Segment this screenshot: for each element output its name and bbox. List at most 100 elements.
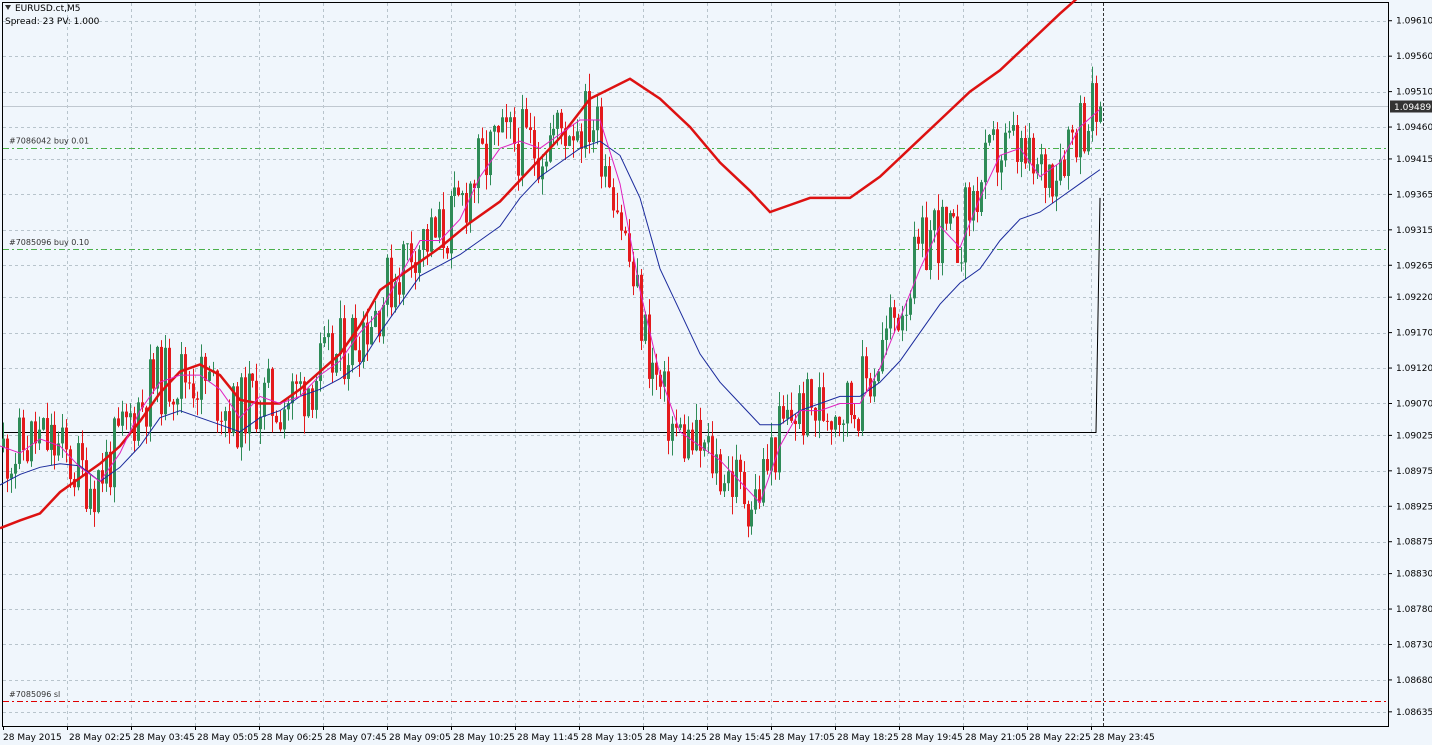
time-tick-label: 28 May 18:25	[837, 733, 899, 743]
candle-body	[850, 382, 853, 416]
candle-body	[913, 236, 916, 299]
current-price-label: 1.09489	[1394, 103, 1431, 113]
candle-body	[406, 243, 409, 245]
candle-body	[457, 187, 460, 196]
candle-body	[200, 356, 203, 400]
candle-body	[180, 354, 183, 399]
candle-body	[968, 187, 971, 221]
candle-body	[1091, 83, 1094, 131]
candle-body	[1024, 137, 1027, 164]
candle-body	[509, 117, 512, 123]
candle-body	[255, 380, 258, 430]
candle-body	[917, 236, 920, 244]
time-tick-label: 28 May 09:05	[389, 733, 451, 743]
candle-body	[1044, 154, 1047, 188]
price-tick-label: 1.09460	[1396, 123, 1432, 133]
candle-body	[505, 117, 508, 123]
candle-body	[81, 443, 84, 461]
candle-body	[152, 359, 155, 389]
candle-body	[469, 183, 472, 223]
candle-body	[42, 418, 45, 430]
price-tick-label: 1.08635	[1396, 708, 1432, 718]
order-label: #7086042 buy 0.01	[9, 137, 89, 146]
time-tick-label: 28 May 06:25	[261, 733, 323, 743]
candle-body	[766, 459, 769, 471]
candle-body	[1087, 130, 1090, 152]
dropdown-arrow-icon[interactable]	[5, 5, 11, 10]
candle-body	[501, 117, 504, 133]
price-tick-label: 1.09265	[1396, 261, 1432, 271]
candle-body	[556, 112, 559, 129]
candle-body	[786, 409, 789, 419]
price-tick-label: 1.09610	[1396, 17, 1432, 27]
order-label: #7085096 buy 0.10	[9, 238, 89, 247]
candle-body	[22, 417, 25, 451]
candle-body	[810, 379, 813, 408]
candle-body	[552, 128, 555, 136]
time-tick-label: 28 May 14:25	[645, 733, 707, 743]
symbol-title[interactable]: EURUSD.ct,M5	[5, 4, 80, 14]
candle-body	[220, 420, 223, 422]
candle-body	[38, 429, 41, 444]
candle-body	[188, 382, 191, 384]
candle-body	[596, 106, 599, 131]
candle-body	[723, 483, 726, 492]
candle-body	[30, 421, 33, 462]
candle-body	[1075, 132, 1078, 158]
candle-body	[838, 416, 841, 425]
candle-body	[1067, 129, 1070, 176]
candle-body	[208, 371, 211, 381]
candle-body	[453, 187, 456, 196]
time-tick-label: 28 May 10:25	[453, 733, 515, 743]
candle-body	[964, 187, 967, 263]
candle-body	[97, 470, 100, 513]
candle-body	[14, 463, 17, 474]
candle-body	[952, 213, 955, 217]
candle-body	[1040, 154, 1043, 165]
price-tick-label: 1.09025	[1396, 431, 1432, 441]
candle-body	[937, 210, 940, 264]
candle-body	[782, 406, 785, 419]
candle-body	[822, 387, 825, 421]
candle-body	[853, 415, 856, 420]
time-tick-label: 28 May 11:45	[517, 733, 579, 743]
candle-body	[275, 415, 278, 423]
candle-body	[117, 418, 120, 426]
price-tick-label: 1.09220	[1396, 293, 1432, 303]
candle-body	[18, 417, 21, 464]
candle-body	[632, 261, 635, 287]
candle-body	[299, 381, 302, 384]
candle-body	[881, 339, 884, 372]
candle-body	[450, 195, 453, 254]
candle-body	[750, 509, 753, 527]
candle-body	[251, 373, 254, 381]
candle-body	[271, 368, 274, 416]
candle-body	[624, 230, 627, 234]
candle-body	[826, 420, 829, 422]
price-chart[interactable]: 1.09610 1.09560 1.09510 1.09460 1.09415 1.093…	[0, 0, 1432, 745]
time-tick-label: 28 May 19:45	[901, 733, 963, 743]
candle-body	[541, 166, 544, 180]
time-tick-label: 28 May 15:45	[709, 733, 771, 743]
candle-body	[1063, 159, 1066, 176]
time-tick-label: 28 May 13:05	[581, 733, 643, 743]
stop-loss-label: #7085096 sl	[9, 690, 60, 699]
candle-body	[830, 421, 833, 430]
candle-body	[244, 377, 247, 434]
candle-body	[727, 471, 730, 484]
candle-body	[109, 451, 112, 488]
candle-body	[46, 418, 49, 450]
candle-body	[865, 356, 868, 379]
candle-body	[339, 318, 342, 354]
price-tick-label: 1.08975	[1396, 467, 1432, 477]
time-tick-label: 28 May 22:25	[1029, 733, 1091, 743]
candle-body	[176, 398, 179, 405]
candle-body	[592, 130, 595, 143]
candle-body	[6, 438, 9, 479]
candle-body	[1083, 103, 1086, 152]
candle-body	[1071, 129, 1074, 133]
candle-body	[683, 424, 686, 459]
candle-body	[370, 327, 373, 345]
candle-body	[909, 298, 912, 315]
candle-body	[889, 307, 892, 329]
